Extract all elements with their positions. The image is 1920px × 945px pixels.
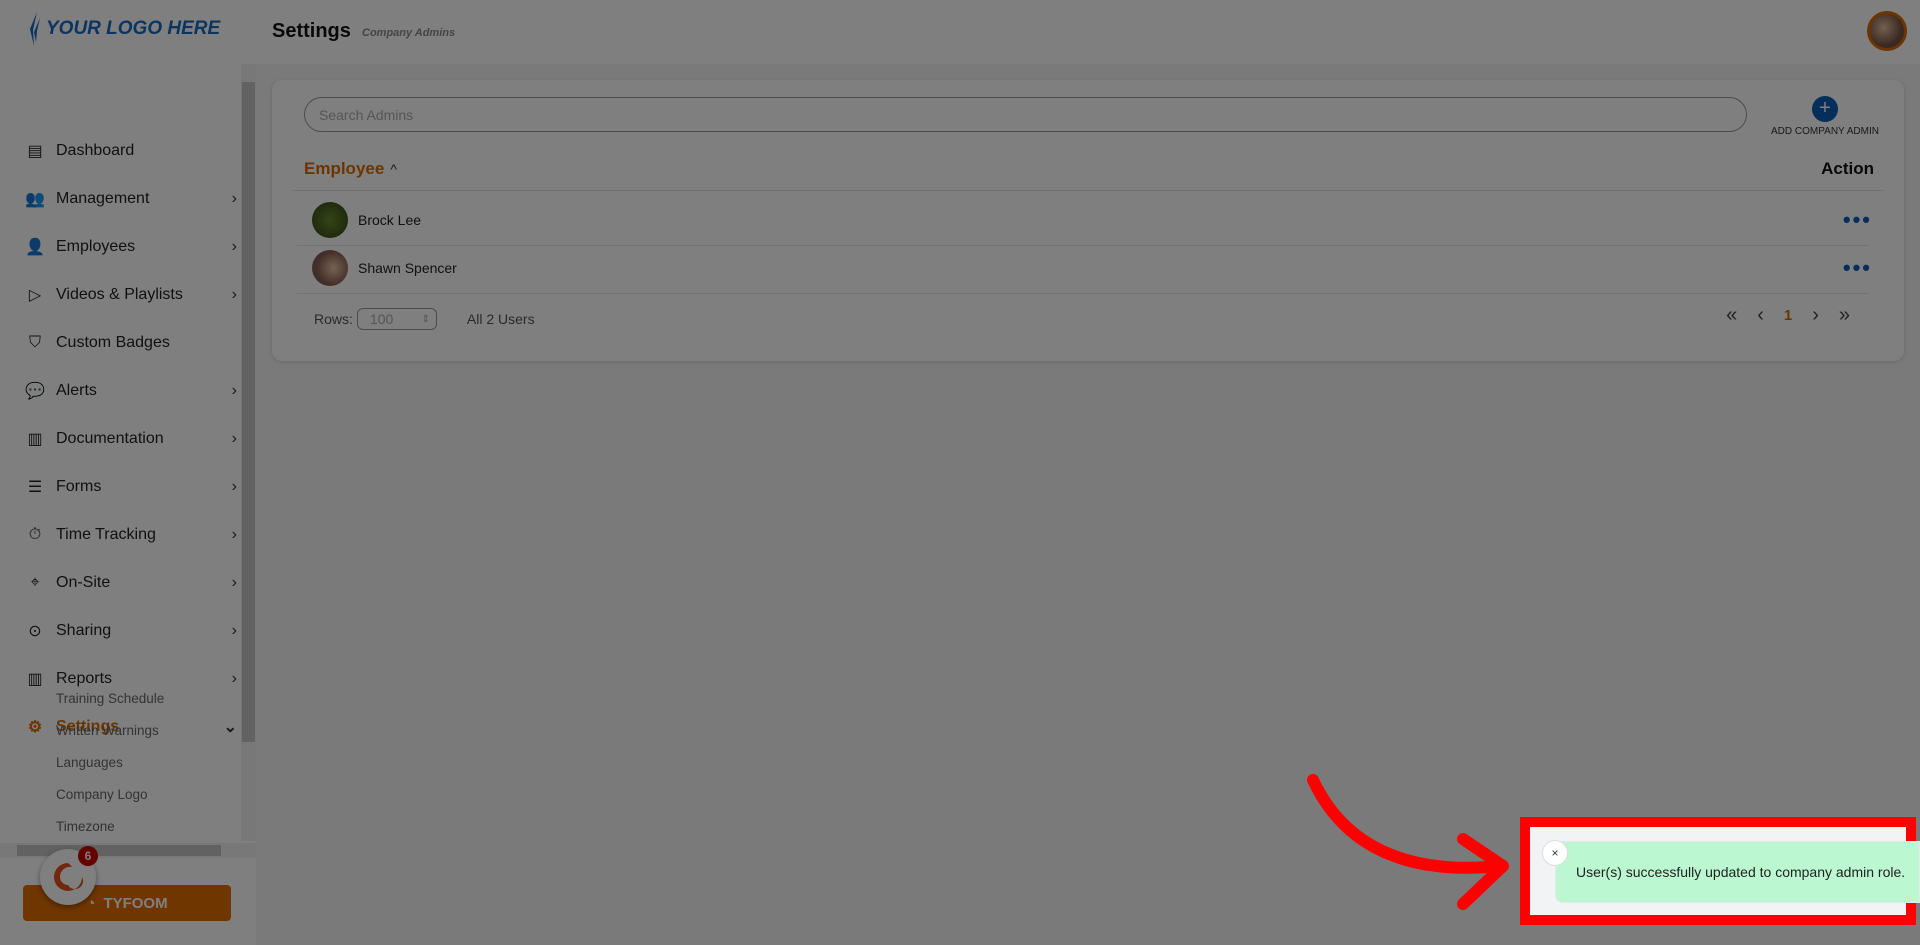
close-icon[interactable]: × xyxy=(1542,840,1568,866)
annotation-arrow-icon xyxy=(1307,774,1509,910)
success-toast: User(s) successfully updated to company … xyxy=(1555,841,1920,903)
toast-highlight: × User(s) successfully updated to compan… xyxy=(1520,817,1920,925)
toast-message: User(s) successfully updated to company … xyxy=(1576,864,1906,880)
